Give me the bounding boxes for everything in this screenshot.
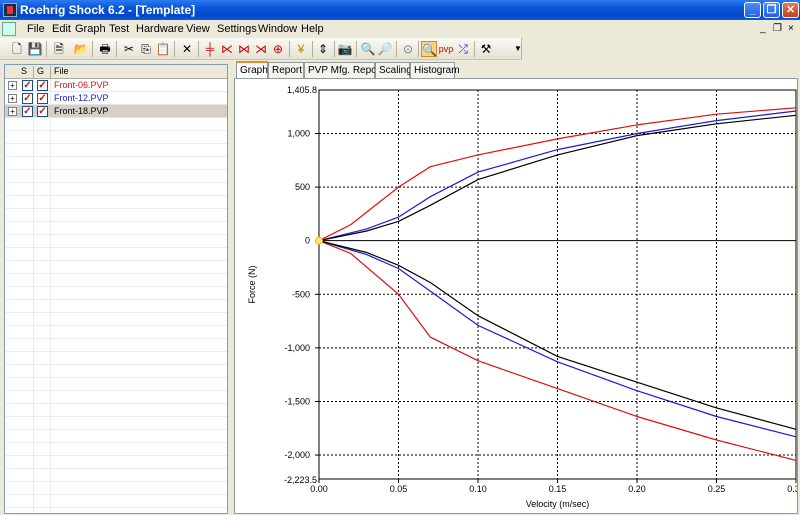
show-checkbox[interactable]: ✓ xyxy=(22,93,33,104)
file-row[interactable]: + ✓ ✓ Front-06.PVP xyxy=(5,79,227,92)
new-icon[interactable]: 🗋 xyxy=(9,41,25,57)
menu-window[interactable]: Window xyxy=(258,23,297,35)
mdi-minimize-button[interactable]: _ xyxy=(760,23,766,34)
show-checkbox[interactable]: ✓ xyxy=(22,80,33,91)
file-list: + ✓ ✓ Front-06.PVP + ✓ ✓ Front-12.PVP + ✓ ✓ Front-1… xyxy=(5,79,227,118)
graph-checkbox[interactable]: ✓ xyxy=(37,106,48,117)
mdi-close-button[interactable]: × xyxy=(788,23,794,34)
tab-histogram[interactable]: Histogram xyxy=(410,62,460,78)
x-tick-label: 0.20 xyxy=(628,484,646,494)
x-tick-label: 0.10 xyxy=(469,484,487,494)
file-name: Front-18.PVP xyxy=(54,106,109,116)
graph-checkbox[interactable]: ✓ xyxy=(37,93,48,104)
file-row[interactable]: + ✓ ✓ Front-18.PVP xyxy=(5,105,227,118)
expand-icon[interactable]: + xyxy=(8,94,17,103)
close-button[interactable]: ✕ xyxy=(782,2,799,18)
file-name: Front-12.PVP xyxy=(54,93,109,103)
column-s[interactable]: S xyxy=(21,66,27,76)
column-g[interactable]: G xyxy=(37,66,44,76)
crosshair-icon[interactable]: ╪ xyxy=(202,41,218,57)
open-folder-icon[interactable]: 📂 xyxy=(73,41,89,57)
toolbar: 🗋 💾 🗎 📂 🖶 ✂ ⎘ 📋 ✕ ╪ ⋉ ⋈ ⋊ ⊕ ¥ ⇕ 📷 🔍 🔎 ⊙ … xyxy=(0,38,522,60)
title-bar: Roehrig Shock 6.2 - [Template] _ ❐ ✕ xyxy=(0,0,800,20)
file-row[interactable]: + ✓ ✓ Front-12.PVP xyxy=(5,92,227,105)
zoom-in-icon[interactable]: 🔍 xyxy=(360,41,376,57)
save-icon[interactable]: 💾 xyxy=(27,41,43,57)
pvp-icon[interactable]: pvp xyxy=(438,41,454,57)
y-tick-label: 500 xyxy=(295,182,310,192)
cursor-left-icon[interactable]: ⋉ xyxy=(219,41,235,57)
y-tick-label: -1,500 xyxy=(284,396,310,406)
graph-area[interactable]: 0.00 0.05 0.10 0.15 0.20 0.25 0.30 1,000 500 0 -50… xyxy=(234,78,800,514)
x-tick-label: 0.00 xyxy=(310,484,328,494)
cursor-both-icon[interactable]: ⋈ xyxy=(236,41,252,57)
x-tick-label: 0.05 xyxy=(390,484,408,494)
x-tick-label: 0.25 xyxy=(708,484,726,494)
origin-marker xyxy=(315,236,323,245)
y-tick-label: -2,000 xyxy=(284,450,310,460)
print-preview-icon[interactable]: 🗎 xyxy=(51,41,67,57)
graph-checkbox[interactable]: ✓ xyxy=(37,80,48,91)
file-list-panel: S G File + ✓ ✓ Front-06.PVP + ✓ ✓ Front-12.PVP +… xyxy=(4,64,228,514)
file-list-header: S G File xyxy=(5,65,227,79)
y-tick-label: 0 xyxy=(305,236,310,246)
menu-view[interactable]: View xyxy=(186,23,210,35)
minimize-button[interactable]: _ xyxy=(744,2,761,18)
y-tick-label: -500 xyxy=(292,289,310,299)
expand-icon[interactable]: + xyxy=(8,107,17,116)
mdi-restore-button[interactable]: ❐ xyxy=(773,23,782,34)
toolbar-overflow-icon[interactable]: ▼ xyxy=(514,44,522,53)
tools-icon[interactable]: ⚒ xyxy=(478,41,494,57)
menu-graph[interactable]: Graph xyxy=(75,23,106,35)
scale-icon[interactable]: ⇕ xyxy=(315,41,331,57)
y-tick-label: 1,000 xyxy=(287,128,310,138)
x-tick-label: 0.15 xyxy=(549,484,567,494)
plot-border xyxy=(318,89,797,480)
print-icon[interactable]: 🖶 xyxy=(97,41,113,57)
paste-icon[interactable]: 📋 xyxy=(155,41,171,57)
window-title: Roehrig Shock 6.2 - [Template] xyxy=(20,3,196,17)
x-tick-label: 0.30 xyxy=(787,484,797,494)
column-file[interactable]: File xyxy=(54,66,69,76)
camera-icon[interactable]: 📷 xyxy=(337,41,353,57)
cut-icon[interactable]: ✂ xyxy=(121,41,137,57)
document-icon[interactable] xyxy=(2,22,16,36)
cursor-right-icon[interactable]: ⋊ xyxy=(253,41,269,57)
maximize-button[interactable]: ❐ xyxy=(763,2,780,18)
marker-icon[interactable]: ¥ xyxy=(293,41,309,57)
curve-icon[interactable]: ⤮ xyxy=(455,41,471,57)
tab-scaling[interactable]: Scaling xyxy=(375,62,412,78)
x-axis-label: Velocity (m/sec) xyxy=(526,499,590,509)
menu-edit[interactable]: Edit xyxy=(52,23,71,35)
tab-graph[interactable]: Graph xyxy=(236,61,268,79)
delete-icon[interactable]: ✕ xyxy=(179,41,195,57)
y-axis-label: Force (N) xyxy=(247,265,257,303)
app-icon xyxy=(3,3,17,17)
zoom-reset-icon[interactable]: ⊙ xyxy=(400,41,416,57)
force-velocity-chart[interactable]: 0.00 0.05 0.10 0.15 0.20 0.25 0.30 1,000 500 0 -50… xyxy=(235,79,800,513)
file-name: Front-06.PVP xyxy=(54,80,109,90)
y-tick-label: -1,000 xyxy=(284,343,310,353)
cursor-center-icon[interactable]: ⊕ xyxy=(270,41,286,57)
expand-icon[interactable]: + xyxy=(8,81,17,90)
menu-settings[interactable]: Settings xyxy=(217,23,257,35)
tab-pvp-mfg-report[interactable]: PVP Mfg. Report xyxy=(304,62,383,78)
zoom-out-icon[interactable]: 🔎 xyxy=(377,41,393,57)
menu-help[interactable]: Help xyxy=(301,23,324,35)
zoom-active-icon[interactable]: 🔍 xyxy=(421,41,437,57)
copy-icon[interactable]: ⎘ xyxy=(138,41,154,57)
tab-report[interactable]: Report xyxy=(268,62,304,78)
menu-hardware[interactable]: Hardware xyxy=(136,23,184,35)
y-max-label: 1,405.8 xyxy=(287,85,317,95)
menu-test[interactable]: Test xyxy=(109,23,129,35)
show-checkbox[interactable]: ✓ xyxy=(22,106,33,117)
menu-file[interactable]: File xyxy=(27,23,45,35)
y-min-label: -2,223.5 xyxy=(284,475,317,485)
menu-bar: File Edit Graph Test Hardware View Setti… xyxy=(0,20,800,38)
